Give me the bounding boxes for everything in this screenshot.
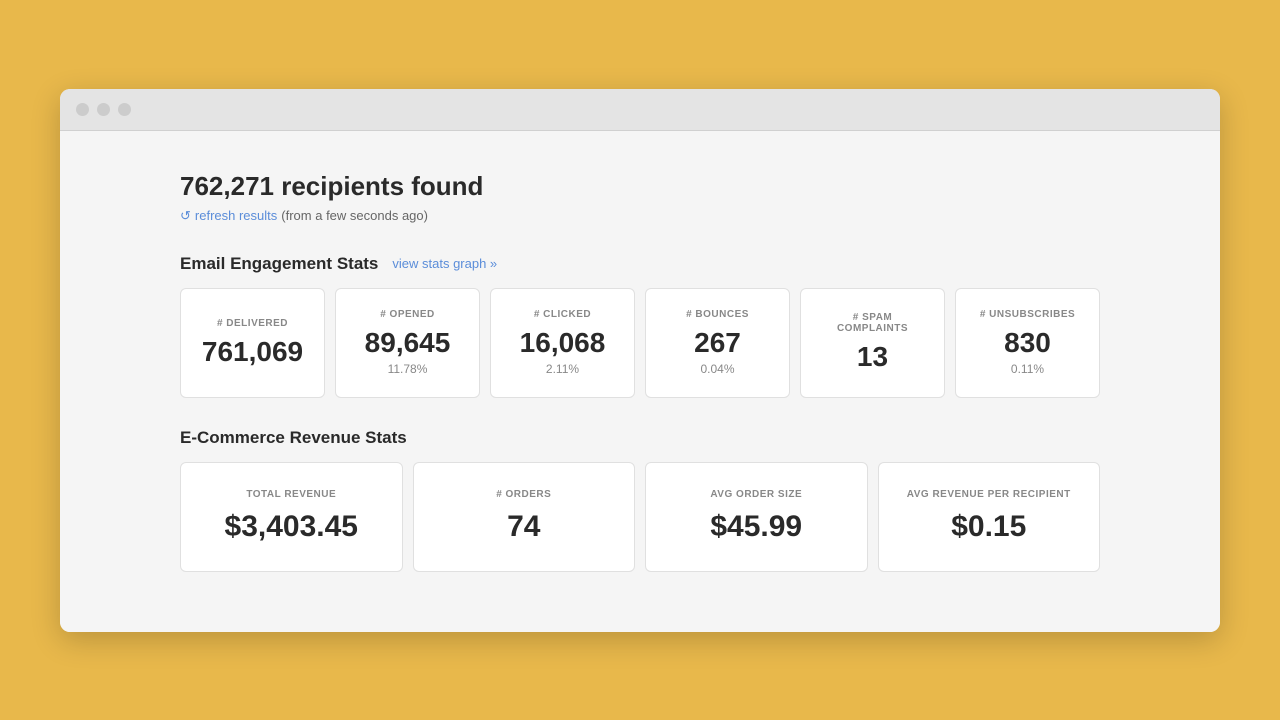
email-stat-percent-5: 0.11%: [1011, 362, 1044, 376]
revenue-value-3: $0.15: [951, 510, 1026, 544]
email-stat-label-3: # BOUNCES: [686, 309, 749, 320]
revenue-stats-header: E-Commerce Revenue Stats: [180, 428, 1100, 448]
revenue-label-0: TOTAL REVENUE: [246, 489, 336, 500]
revenue-value-1: 74: [507, 510, 540, 544]
revenue-card-2: AVG ORDER SIZE $45.99: [645, 462, 868, 572]
revenue-card-1: # ORDERS 74: [413, 462, 636, 572]
revenue-stats-title: E-Commerce Revenue Stats: [180, 428, 407, 448]
email-stats-grid: # DELIVERED761,069# OPENED89,64511.78%# …: [180, 288, 1100, 398]
email-stat-percent-3: 0.04%: [700, 362, 734, 376]
recipients-title: 762,271 recipients found: [180, 171, 1100, 202]
refresh-time: (from a few seconds ago): [281, 208, 428, 223]
email-stats-header: Email Engagement Stats view stats graph …: [180, 254, 1100, 274]
email-stat-percent-1: 11.78%: [388, 362, 428, 376]
email-stat-label-1: # OPENED: [380, 309, 435, 320]
email-stat-value-2: 16,068: [520, 328, 606, 359]
email-stat-value-0: 761,069: [202, 337, 303, 368]
view-stats-link[interactable]: view stats graph »: [392, 256, 497, 271]
email-stat-value-4: 13: [857, 342, 888, 373]
revenue-label-3: AVG REVENUE PER RECIPIENT: [907, 489, 1071, 500]
email-stat-card-1: # OPENED 89,645 11.78%: [335, 288, 480, 398]
revenue-card-3: AVG REVENUE PER RECIPIENT $0.15: [878, 462, 1101, 572]
email-stat-card-4: # SPAM COMPLAINTS 13: [800, 288, 945, 398]
revenue-card-0: TOTAL REVENUE $3,403.45: [180, 462, 403, 572]
email-stat-value-3: 267: [694, 328, 741, 359]
revenue-label-1: # ORDERS: [496, 489, 551, 500]
browser-maximize-btn[interactable]: [118, 103, 131, 116]
browser-content: 762,271 recipients found ↺ refresh resul…: [60, 131, 1220, 632]
email-stat-value-5: 830: [1004, 328, 1051, 359]
browser-close-btn[interactable]: [76, 103, 89, 116]
email-stat-label-4: # SPAM COMPLAINTS: [817, 312, 928, 334]
revenue-value-0: $3,403.45: [225, 510, 358, 544]
browser-window: 762,271 recipients found ↺ refresh resul…: [60, 89, 1220, 632]
browser-titlebar: [60, 89, 1220, 131]
email-stat-label-5: # UNSUBSCRIBES: [980, 309, 1075, 320]
refresh-link[interactable]: refresh results: [195, 208, 277, 223]
email-stat-card-2: # CLICKED 16,068 2.11%: [490, 288, 635, 398]
email-stat-value-1: 89,645: [365, 328, 451, 359]
email-stats-title: Email Engagement Stats: [180, 254, 378, 274]
email-stat-label-0: # DELIVERED: [217, 318, 288, 329]
refresh-row: ↺ refresh results (from a few seconds ag…: [180, 208, 1100, 224]
email-stat-card-5: # UNSUBSCRIBES 830 0.11%: [955, 288, 1100, 398]
revenue-stats-grid: TOTAL REVENUE $3,403.45 # ORDERS 74 AVG ORDE…: [180, 462, 1100, 572]
browser-minimize-btn[interactable]: [97, 103, 110, 116]
email-stat-card-3: # BOUNCES 267 0.04%: [645, 288, 790, 398]
revenue-value-2: $45.99: [710, 510, 802, 544]
refresh-icon: ↺: [180, 208, 191, 224]
email-stat-percent-2: 2.11%: [546, 362, 579, 376]
email-stat-label-2: # CLICKED: [534, 309, 591, 320]
email-stat-card-0: # DELIVERED 761,069: [180, 288, 325, 398]
revenue-label-2: AVG ORDER SIZE: [710, 489, 802, 500]
